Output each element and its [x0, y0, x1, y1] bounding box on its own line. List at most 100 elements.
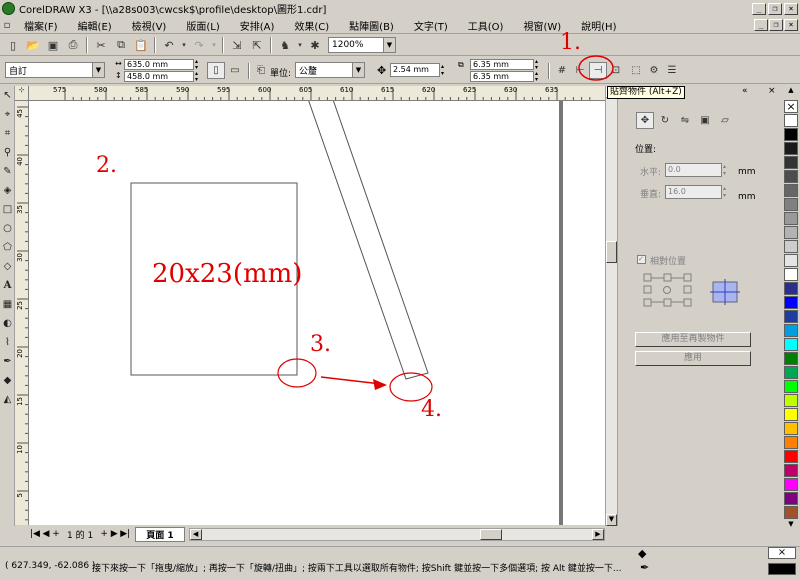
scale-mirror-mode-icon[interactable]: ⇋: [676, 112, 694, 129]
interactive-fill-tool-icon[interactable]: ◭: [0, 390, 15, 409]
table-tool-icon[interactable]: ▦: [0, 295, 15, 314]
ruler-origin[interactable]: ⊹: [15, 86, 29, 101]
vertical-field[interactable]: 16.0: [665, 185, 722, 199]
horizontal-spinner[interactable]: ▴ ▾: [723, 163, 726, 177]
color-swatch[interactable]: [784, 184, 798, 197]
docker-menu-icon[interactable]: «: [742, 86, 748, 96]
nudge-distance-field[interactable]: 2.54 mm: [390, 63, 440, 77]
doc-minimize-button[interactable]: _: [754, 19, 768, 31]
import-icon[interactable]: ⇲: [228, 37, 246, 54]
horizontal-scrollbar[interactable]: ◀ ▶: [188, 527, 605, 541]
application-launcher-icon[interactable]: ♞: [276, 37, 294, 54]
color-swatch[interactable]: [784, 478, 798, 491]
treat-as-filled-icon[interactable]: ⬚: [627, 62, 645, 79]
duplicate-x-field[interactable]: 6.35 mm: [470, 59, 534, 70]
export-icon[interactable]: ⇱: [248, 37, 266, 54]
color-swatch[interactable]: [784, 310, 798, 323]
print-icon[interactable]: ⎙: [64, 37, 82, 54]
last-page-icon[interactable]: ▶|: [119, 529, 131, 539]
anchor-grid[interactable]: [642, 272, 694, 308]
document-icon[interactable]: ▫: [0, 17, 14, 34]
eyedropper-tool-icon[interactable]: ⌇: [0, 333, 15, 352]
page-height-field[interactable]: 458.0 mm: [124, 71, 194, 82]
cut-icon[interactable]: ✂: [92, 37, 110, 54]
color-swatch[interactable]: [784, 282, 798, 295]
color-swatch[interactable]: [784, 114, 798, 127]
redo-dropdown-icon[interactable]: ▾: [210, 37, 218, 54]
save-icon[interactable]: ▣: [44, 37, 62, 54]
paste-icon[interactable]: 📋: [132, 37, 150, 54]
scroll-down-button[interactable]: ▼: [606, 514, 617, 526]
smart-fill-tool-icon[interactable]: ◈: [0, 181, 15, 200]
vertical-spinner[interactable]: ▴ ▾: [723, 185, 726, 199]
color-swatch[interactable]: [784, 436, 798, 449]
color-swatch[interactable]: [784, 338, 798, 351]
scroll-left-button[interactable]: ◀: [189, 528, 202, 540]
all-pages-icon[interactable]: ⎗: [252, 62, 270, 79]
color-swatch[interactable]: [784, 506, 798, 519]
color-swatch[interactable]: [784, 296, 798, 309]
rectangle-tool-icon[interactable]: □: [0, 200, 15, 219]
apply-to-duplicate-button[interactable]: 應用至再製物件: [635, 332, 751, 347]
color-swatch[interactable]: [784, 324, 798, 337]
menu-file[interactable]: 檔案(F): [14, 18, 68, 33]
menu-bitmaps[interactable]: 點陣圖(B): [339, 18, 404, 33]
undo-icon[interactable]: ↶: [160, 37, 178, 54]
zoom-levels-select[interactable]: 1200% ▼: [328, 37, 396, 53]
page-tab[interactable]: 頁面 1: [135, 526, 185, 542]
page-width-field[interactable]: 635.0 mm: [124, 59, 194, 70]
color-swatch[interactable]: [784, 198, 798, 211]
polygon-tool-icon[interactable]: ⬠: [0, 238, 15, 257]
menu-tools[interactable]: 工具(O): [458, 18, 514, 33]
color-swatch[interactable]: [784, 226, 798, 239]
menu-text[interactable]: 文字(T): [404, 18, 458, 33]
color-swatch[interactable]: [784, 422, 798, 435]
skew-mode-icon[interactable]: ▱: [716, 112, 734, 129]
size-mode-icon[interactable]: ▣: [696, 112, 714, 129]
outline-tool-icon[interactable]: ✒: [0, 352, 15, 371]
duplicate-spinners[interactable]: ▴ ▾ ▴ ▾: [535, 59, 542, 83]
color-swatch[interactable]: [784, 268, 798, 281]
h-scroll-thumb[interactable]: [479, 528, 502, 540]
corel-online-icon[interactable]: ✱: [306, 37, 324, 54]
zoom-tool-icon[interactable]: ⚲: [0, 143, 15, 162]
menu-layout[interactable]: 版面(L): [176, 18, 229, 33]
first-page-icon[interactable]: |◀: [29, 529, 41, 539]
doc-close-button[interactable]: ×: [784, 19, 798, 31]
pick-tool-icon[interactable]: ↖: [0, 86, 15, 105]
doc-restore-button[interactable]: ❐: [769, 19, 783, 31]
drawing-canvas[interactable]: 2. 20x23(mm) 3. 4.: [29, 101, 605, 525]
freehand-tool-icon[interactable]: ✎: [0, 162, 15, 181]
ellipse-tool-icon[interactable]: ○: [0, 219, 15, 238]
options-icon[interactable]: ⚙: [645, 62, 663, 79]
outline-color-swatch[interactable]: [768, 563, 796, 575]
prev-page-icon[interactable]: ◀: [41, 529, 51, 539]
color-swatch[interactable]: [784, 156, 798, 169]
position-mode-icon[interactable]: ✥: [636, 112, 654, 129]
relative-position-checkbox[interactable]: ✓: [637, 255, 646, 264]
chevron-down-icon[interactable]: ▼: [92, 63, 104, 77]
menu-edit[interactable]: 編輯(E): [68, 18, 122, 33]
restore-button[interactable]: ❐: [768, 2, 782, 15]
launcher-dropdown-icon[interactable]: ▾: [296, 37, 304, 54]
close-button[interactable]: ×: [784, 2, 798, 15]
menu-view[interactable]: 檢視(V): [122, 18, 177, 33]
basic-shapes-tool-icon[interactable]: ◇: [0, 257, 15, 276]
dimension-spinners[interactable]: ▴ ▾ ▴ ▾: [195, 59, 202, 83]
horizontal-field[interactable]: 0.0: [665, 163, 722, 177]
redo-icon[interactable]: ↷: [190, 37, 208, 54]
color-swatch[interactable]: [784, 254, 798, 267]
open-icon[interactable]: 📂: [24, 37, 42, 54]
color-swatch[interactable]: [784, 408, 798, 421]
vertical-scrollbar[interactable]: ▲ ▼: [605, 86, 617, 526]
color-swatch[interactable]: [784, 450, 798, 463]
paper-type-select[interactable]: 自訂 ▼: [5, 62, 105, 78]
snap-to-grid-icon[interactable]: #: [553, 62, 571, 79]
color-swatch[interactable]: [784, 240, 798, 253]
chevron-down-icon[interactable]: ▼: [352, 63, 364, 77]
rotate-mode-icon[interactable]: ↻: [656, 112, 674, 129]
duplicate-y-field[interactable]: 6.35 mm: [470, 71, 534, 82]
undo-dropdown-icon[interactable]: ▾: [180, 37, 188, 54]
options-list-icon[interactable]: ☰: [663, 62, 681, 79]
palette-scroll-up[interactable]: ▲: [782, 86, 800, 100]
